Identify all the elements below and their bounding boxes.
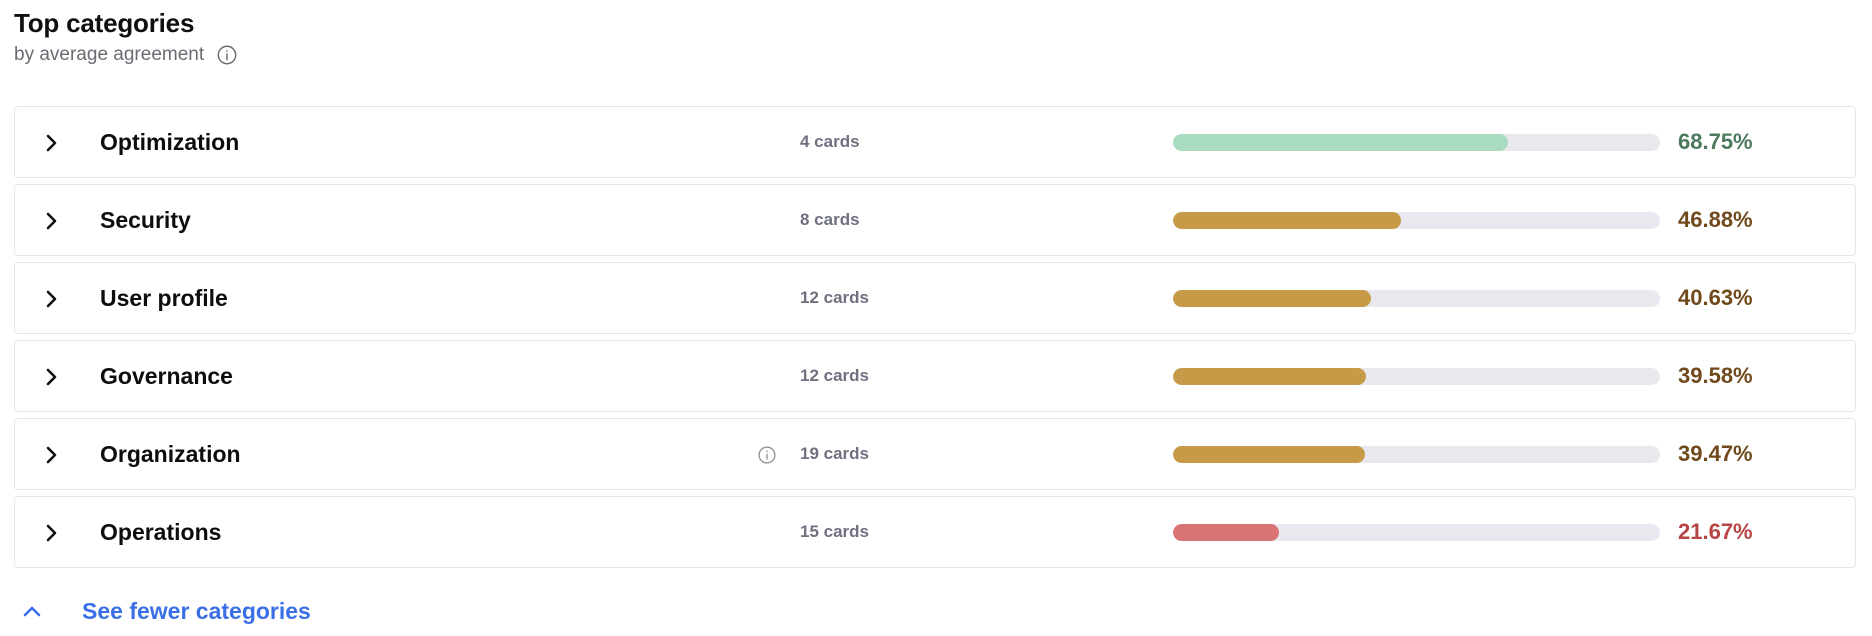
category-name: Optimization [100,129,240,155]
agreement-percent: 46.88% [1678,207,1753,232]
chevron-right-icon[interactable] [39,131,63,155]
card-count: 15 cards [800,522,869,541]
chevron-right-icon[interactable] [39,521,63,545]
agreement-bar-fill [1173,290,1371,307]
agreement-bar-fill [1173,446,1366,463]
agreement-percent: 40.63% [1678,285,1753,310]
category-name: Governance [100,363,233,389]
agreement-bar-fill [1173,368,1366,385]
category-row[interactable]: Organization 19 cards 39.47% [14,418,1856,490]
card-count: 8 cards [800,210,860,229]
agreement-bar-track [1173,524,1660,541]
category-name: Security [100,207,191,233]
see-fewer-categories-button[interactable]: See fewer categories [20,598,311,625]
chevron-right-icon[interactable] [39,287,63,311]
agreement-bar-track [1173,446,1660,463]
top-categories-panel: Top categories by average agreement Opti… [0,0,1872,636]
chevron-right-icon[interactable] [39,209,63,233]
card-count: 12 cards [800,366,869,385]
card-count: 4 cards [800,132,860,151]
see-fewer-categories-label: See fewer categories [82,598,311,624]
agreement-percent: 39.47% [1678,441,1753,466]
agreement-percent: 21.67% [1678,519,1753,544]
category-list: Optimization 4 cards 68.75% Security 8 c… [14,106,1856,574]
agreement-bar-track [1173,290,1660,307]
info-icon[interactable] [216,44,238,66]
agreement-bar-track [1173,212,1660,229]
category-name: Organization [100,441,241,467]
category-name: Operations [100,519,222,545]
agreement-percent: 39.58% [1678,363,1753,388]
chevron-up-icon [20,600,44,624]
category-row[interactable]: Optimization 4 cards 68.75% [14,106,1856,178]
category-row[interactable]: Operations 15 cards 21.67% [14,496,1856,568]
card-count: 12 cards [800,288,869,307]
chevron-right-icon[interactable] [39,443,63,467]
card-count: 19 cards [800,444,869,463]
category-row[interactable]: User profile 12 cards 40.63% [14,262,1856,334]
panel-title: Top categories [14,8,195,38]
panel-subtitle-row: by average agreement [14,44,238,66]
category-row[interactable]: Governance 12 cards 39.58% [14,340,1856,412]
chevron-right-icon[interactable] [39,365,63,389]
info-icon[interactable] [757,445,777,465]
category-row[interactable]: Security 8 cards 46.88% [14,184,1856,256]
category-name: User profile [100,285,228,311]
agreement-bar-fill [1173,524,1279,541]
agreement-bar-fill [1173,212,1402,229]
agreement-bar-track [1173,134,1660,151]
agreement-bar-fill [1173,134,1508,151]
agreement-bar-track [1173,368,1660,385]
panel-subtitle: by average agreement [14,44,205,65]
agreement-percent: 68.75% [1678,129,1753,154]
